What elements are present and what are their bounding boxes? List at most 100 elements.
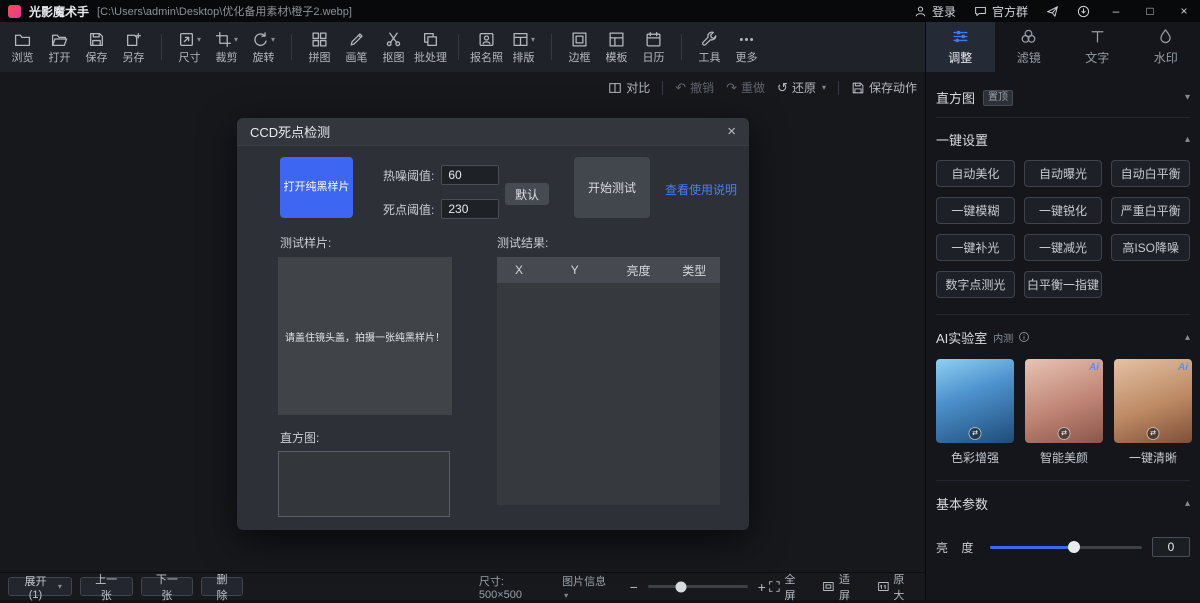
zoom-out-button[interactable]: − [628,580,640,594]
toolbar-item-crop[interactable]: ▾ 裁剪 [208,31,245,64]
maximize-button[interactable]: □ [1142,4,1158,18]
ai-thumb-one-key-clarity[interactable]: Ai ⇄ [1114,359,1192,443]
brightness-value[interactable]: 0 [1152,537,1190,557]
one-key-title: 一键设置 [936,130,988,149]
toolbar-item-id-photo[interactable]: 报名照 [468,31,505,64]
auto-beautify-button[interactable]: 自动美化 [936,160,1015,187]
digital-spot-metering-button[interactable]: 数字点测光 [936,271,1015,298]
column-y: Y [553,263,609,277]
tab-watermark[interactable]: 水印 [1132,22,1200,72]
chevron-down-icon[interactable]: ▾ [531,35,535,44]
default-button[interactable]: 默认 [505,183,549,205]
compare-button[interactable]: 对比 [608,79,650,96]
chevron-down-icon[interactable]: ▾ [197,35,201,44]
info-icon[interactable] [1018,331,1030,343]
before-after-toggle-icon[interactable]: ⇄ [1058,427,1071,440]
toolbar-item-border[interactable]: 边框 [561,31,598,64]
close-window-button[interactable]: × [1176,4,1192,18]
auto-white-balance-button[interactable]: 自动白平衡 [1111,160,1190,187]
toolbar-item-rotate[interactable]: ▾ 旋转 [245,31,282,64]
undo-button[interactable]: ↶ 撤销 [675,79,714,96]
chevron-down-icon[interactable]: ▾ [271,35,275,44]
toolbar-item-template[interactable]: 模板 [598,31,635,64]
one-key-dim-light-button[interactable]: 一键减光 [1024,234,1103,261]
ai-card-list: ⇄ 色彩增强 Ai ⇄ 智能美颜 Ai ⇄ [936,359,1190,481]
toolbar-item-brush[interactable]: 画笔 [338,31,375,64]
fullscreen-button[interactable]: 全屏 [768,571,806,603]
toolbar-item-batch[interactable]: 批处理 [412,31,449,64]
dead-pixel-input[interactable] [441,199,499,219]
download-button[interactable] [1077,5,1090,18]
toolbar-item-more[interactable]: 更多 [728,31,765,64]
original-size-button[interactable]: 原大 [877,571,915,603]
ai-thumb-color-enhance[interactable]: ⇄ [936,359,1014,443]
white-balance-one-key-button[interactable]: 白平衡一指键 [1024,271,1103,298]
calendar-icon [645,31,662,48]
tab-adjust[interactable]: 调整 [926,22,995,72]
hot-noise-input[interactable] [441,165,499,185]
dialog-header[interactable]: CCD死点检测 × [237,118,749,146]
toolbar-item-save[interactable]: 保存 [78,31,115,64]
chevron-up-icon[interactable]: ▴ [1185,498,1190,509]
chevron-down-icon[interactable]: ▾ [822,83,826,92]
tab-text[interactable]: 文字 [1063,22,1132,72]
folder-icon [14,31,31,48]
toolbar-item-open[interactable]: 打开 [41,31,78,64]
open-black-sample-button[interactable]: 打开纯黑样片 [280,157,353,218]
pin-badge[interactable]: 置顶 [983,90,1013,106]
redo-button[interactable]: ↷ 重做 [726,79,765,96]
toolbar-item-cutout[interactable]: 抠图 [375,31,412,64]
login-button[interactable]: 登录 [914,3,956,20]
basic-params-section-header[interactable]: 基本参数 ▴ [936,481,1190,525]
fit-screen-button[interactable]: 适屏 [822,571,860,603]
chevron-up-icon[interactable]: ▴ [1185,134,1190,145]
basic-params-title: 基本参数 [936,494,988,513]
toolbar-item-layout[interactable]: ▾ 排版 [505,31,542,64]
ai-thumb-smart-beauty[interactable]: Ai ⇄ [1025,359,1103,443]
slider-knob[interactable] [1068,541,1080,553]
before-after-toggle-icon[interactable]: ⇄ [969,427,982,440]
chevron-down-icon[interactable]: ▾ [1185,92,1190,103]
one-key-blur-button[interactable]: 一键模糊 [936,197,1015,224]
title-bar: 光影魔术手 [C:\Users\admin\Desktop\优化备用素材\橙子2… [0,0,1200,22]
close-icon[interactable]: × [727,124,736,139]
ai-card-smart-beauty[interactable]: Ai ⇄ 智能美颜 [1025,359,1103,466]
one-key-fill-light-button[interactable]: 一键补光 [936,234,1015,261]
chevron-up-icon[interactable]: ▴ [1185,332,1190,343]
brightness-slider[interactable] [990,540,1142,554]
help-link[interactable]: 查看使用说明 [665,181,737,198]
ai-lab-section-header[interactable]: AI实验室 内测 ▴ [936,315,1190,359]
official-group-button[interactable]: 官方群 [974,3,1028,20]
strong-white-balance-button[interactable]: 严重白平衡 [1111,197,1190,224]
save-action-button[interactable]: 保存动作 [851,79,917,96]
toolbar-item-collage[interactable]: 拼图 [301,31,338,64]
toolbar-item-size[interactable]: ▾ 尺寸 [171,31,208,64]
zoom-in-button[interactable]: + [756,580,768,594]
minimize-button[interactable]: – [1108,4,1124,18]
histogram-section-header[interactable]: 直方图 置顶 ▾ [936,78,1190,118]
delete-button[interactable]: 删除 [201,577,243,596]
next-image-button[interactable]: 下一张 [141,577,194,596]
ai-card-one-key-clarity[interactable]: Ai ⇄ 一键清晰 [1114,359,1192,466]
sample-preview: 请盖住镜头盖，拍摄一张纯黑样片！ [278,257,452,415]
toolbar-item-tools[interactable]: 工具 [691,31,728,64]
before-after-toggle-icon[interactable]: ⇄ [1147,427,1160,440]
share-button[interactable] [1046,5,1059,18]
image-info-dropdown[interactable]: 图片信息 ▾ [562,573,614,601]
auto-exposure-button[interactable]: 自动曝光 [1024,160,1103,187]
toolbar-item-browse[interactable]: 浏览 [4,31,41,64]
one-key-sharpen-button[interactable]: 一键锐化 [1024,197,1103,224]
toolbar-item-save-as[interactable]: 另存 [115,31,152,64]
expand-button[interactable]: 展开(1) ▾ [8,577,72,596]
toolbar-item-calendar[interactable]: 日历 [635,31,672,64]
tab-filter[interactable]: 滤镜 [995,22,1064,72]
restore-button[interactable]: ↺ 还原 ▾ [777,79,826,96]
zoom-slider[interactable] [648,585,748,588]
chevron-down-icon[interactable]: ▾ [234,35,238,44]
prev-image-button[interactable]: 上一张 [80,577,133,596]
high-iso-denoise-button[interactable]: 高ISO降噪 [1111,234,1190,261]
ai-card-color-enhance[interactable]: ⇄ 色彩增强 [936,359,1014,466]
zoom-slider-knob[interactable] [675,581,686,592]
one-key-section-header[interactable]: 一键设置 ▴ [936,118,1190,160]
start-test-button[interactable]: 开始测试 [574,157,650,218]
